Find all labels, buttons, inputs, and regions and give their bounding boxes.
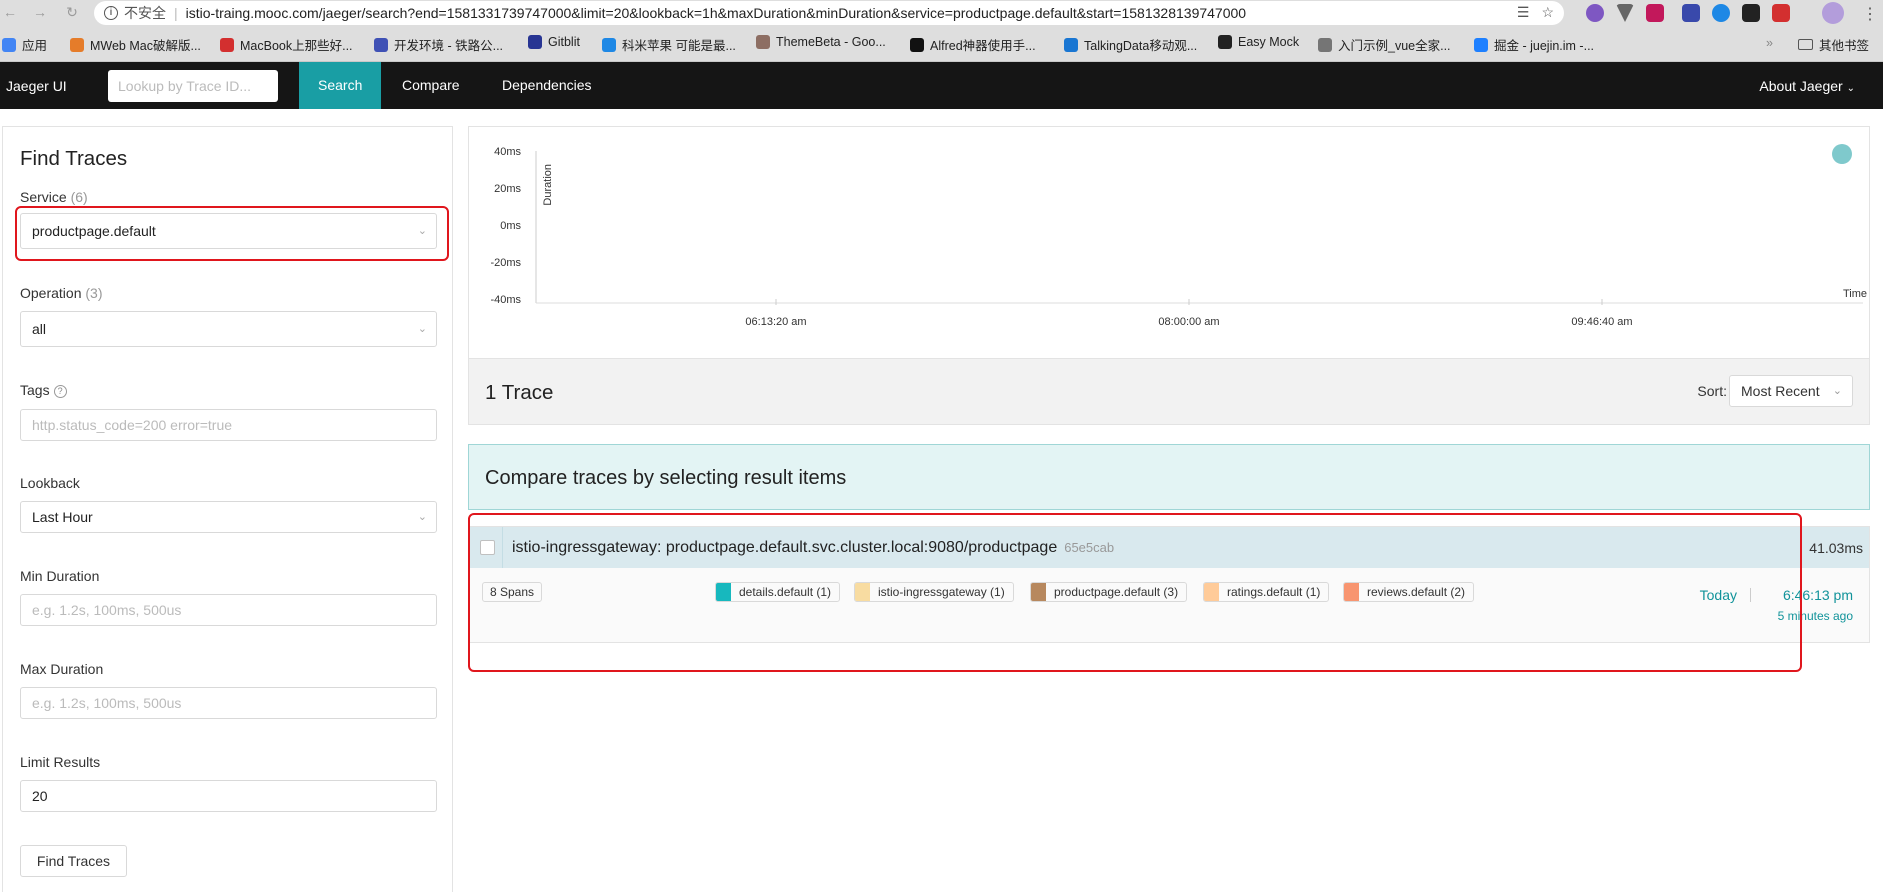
bookmark-item[interactable]: 掘金 - juejin.im -... bbox=[1474, 35, 1594, 54]
extension-icon[interactable] bbox=[1772, 4, 1790, 22]
bookmark-favicon bbox=[756, 35, 770, 49]
lookback-label: Lookback bbox=[20, 475, 80, 491]
bookmark-item[interactable]: MWeb Mac破解版... bbox=[70, 35, 201, 54]
limit-results-label: Limit Results bbox=[20, 754, 101, 770]
tags-input[interactable]: http.status_code=200 error=true bbox=[20, 409, 437, 441]
y-tick-label: 20ms bbox=[494, 183, 521, 195]
bookmark-favicon bbox=[1318, 37, 1332, 52]
compare-hint-banner: Compare traces by selecting result items bbox=[468, 444, 1870, 510]
nav-compare[interactable]: Compare bbox=[383, 62, 479, 109]
bookmark-item[interactable]: TalkingData移动观... bbox=[1064, 35, 1197, 54]
sort-select[interactable]: Most Recent ⌄ bbox=[1729, 375, 1853, 407]
avatar[interactable] bbox=[1822, 2, 1844, 24]
trace-duration: 41.03ms bbox=[1809, 540, 1863, 556]
bookmark-item[interactable]: Easy Mock bbox=[1218, 35, 1299, 49]
x-tick-label: 08:00:00 am bbox=[1158, 316, 1219, 328]
extension-icon[interactable] bbox=[1586, 4, 1604, 22]
y-tick-label: -40ms bbox=[490, 294, 521, 306]
y-tick-label: 40ms bbox=[494, 146, 521, 158]
browser-toolbar: ← → ↻ i 不安全 | istio-traing.mooc.com/jaeg… bbox=[0, 0, 1883, 26]
trace-point[interactable] bbox=[1832, 144, 1852, 164]
trace-count: 1 Trace bbox=[485, 381, 554, 404]
folder-icon bbox=[1798, 39, 1813, 50]
compare-hint-text: Compare traces by selecting result items bbox=[485, 467, 847, 489]
find-traces-button[interactable]: Find Traces bbox=[20, 845, 127, 877]
x-axis-label: Time bbox=[1843, 288, 1867, 300]
bookmark-item[interactable]: Gitblit bbox=[528, 35, 580, 49]
bookmark-favicon bbox=[1218, 35, 1232, 49]
bookmark-favicon bbox=[910, 37, 924, 52]
bookmark-favicon bbox=[602, 37, 616, 52]
security-label: 不安全 bbox=[124, 5, 166, 21]
bookmark-item[interactable]: Alfred神器使用手... bbox=[910, 35, 1036, 54]
extension-icon[interactable] bbox=[1646, 4, 1664, 22]
forward-icon[interactable]: → bbox=[30, 4, 50, 20]
chevron-down-icon: ⌄ bbox=[1832, 385, 1842, 397]
bookmark-item[interactable]: MacBook上那些好... bbox=[220, 35, 353, 54]
bookmark-item[interactable]: 科米苹果 可能是最... bbox=[602, 35, 736, 54]
x-tick-label: 06:13:20 am bbox=[745, 316, 806, 328]
tags-label: Tags? bbox=[20, 382, 67, 398]
bookmark-favicon bbox=[220, 37, 234, 52]
bookmark-favicon bbox=[1064, 37, 1078, 52]
nav-search[interactable]: Search bbox=[299, 62, 382, 109]
highlight-box bbox=[468, 513, 1802, 672]
y-ticks: 40ms 20ms 0ms -20ms -40ms bbox=[490, 146, 521, 306]
trace-id-lookup-input[interactable] bbox=[108, 70, 278, 102]
max-duration-label: Max Duration bbox=[20, 661, 104, 677]
results-header: 1 Trace Sort: Most Recent ⌄ bbox=[468, 358, 1870, 425]
y-tick-label: 0ms bbox=[500, 220, 521, 232]
max-duration-input[interactable]: e.g. 1.2s, 100ms, 500us bbox=[20, 687, 437, 719]
operation-label: Operation (3) bbox=[20, 285, 103, 301]
chevron-down-icon: ⌄ bbox=[417, 511, 427, 523]
bookmark-item[interactable]: 应用 bbox=[2, 35, 47, 54]
x-tick-label: 09:46:40 am bbox=[1571, 316, 1632, 328]
nav-dependencies[interactable]: Dependencies bbox=[483, 62, 611, 109]
help-icon[interactable]: ? bbox=[53, 384, 67, 398]
extension-icon[interactable] bbox=[1742, 4, 1760, 22]
menu-icon[interactable]: ⋮ bbox=[1862, 4, 1878, 24]
about-jaeger-menu[interactable]: About Jaeger ⌄ bbox=[1759, 78, 1855, 94]
info-icon[interactable]: i bbox=[104, 6, 118, 20]
operation-select[interactable]: all ⌄ bbox=[20, 311, 437, 347]
more-bookmarks-icon[interactable]: » bbox=[1766, 36, 1773, 50]
sort-label: Sort: bbox=[1697, 383, 1727, 399]
trace-scatter-plot: 40ms 20ms 0ms -20ms -40ms 06:13:20 am 08:00:0… bbox=[468, 126, 1870, 359]
min-duration-label: Min Duration bbox=[20, 568, 100, 584]
top-navigation: Jaeger UI Search Compare Dependencies Ab… bbox=[0, 62, 1883, 109]
service-select[interactable]: productpage.default ⌄ bbox=[20, 213, 437, 249]
bookmark-item[interactable]: 开发环境 - 铁路公... bbox=[374, 35, 503, 54]
apps-icon bbox=[2, 37, 16, 52]
search-form-panel: Find Traces Service (6) productpage.defa… bbox=[2, 126, 453, 892]
bookmarks-bar: 应用 MWeb Mac破解版... MacBook上那些好... 开发环境 - … bbox=[0, 26, 1883, 62]
service-label: Service (6) bbox=[20, 189, 88, 205]
bookmark-favicon bbox=[528, 35, 542, 49]
bookmark-item[interactable]: ThemeBeta - Goo... bbox=[756, 35, 886, 49]
y-axis-label: Duration bbox=[542, 164, 554, 206]
extension-icon[interactable] bbox=[1712, 4, 1730, 22]
back-icon[interactable]: ← bbox=[0, 4, 20, 20]
min-duration-input[interactable]: e.g. 1.2s, 100ms, 500us bbox=[20, 594, 437, 626]
chevron-down-icon: ⌄ bbox=[417, 225, 427, 237]
bookmark-favicon bbox=[70, 37, 84, 52]
translate-icon[interactable]: ☰ bbox=[1517, 4, 1530, 21]
bookmark-favicon bbox=[374, 37, 388, 52]
address-bar[interactable]: i 不安全 | istio-traing.mooc.com/jaeger/sea… bbox=[94, 1, 1564, 25]
bookmark-folder[interactable]: 其他书签 bbox=[1798, 35, 1869, 54]
limit-results-input[interactable]: 20 bbox=[20, 780, 437, 812]
bookmark-star-icon[interactable]: ☆ bbox=[1541, 4, 1554, 21]
lookback-select[interactable]: Last Hour ⌄ bbox=[20, 501, 437, 533]
bookmark-favicon bbox=[1474, 37, 1488, 52]
brand-link[interactable]: Jaeger UI bbox=[6, 78, 67, 94]
chevron-down-icon: ⌄ bbox=[1846, 83, 1855, 94]
chevron-down-icon: ⌄ bbox=[417, 323, 427, 335]
y-tick-label: -20ms bbox=[490, 257, 521, 269]
form-title: Find Traces bbox=[20, 147, 128, 170]
extension-icon[interactable] bbox=[1682, 4, 1700, 22]
bookmark-item[interactable]: 入门示例_vue全家... bbox=[1318, 35, 1451, 54]
url-text: istio-traing.mooc.com/jaeger/search?end=… bbox=[185, 5, 1247, 21]
extension-icon[interactable] bbox=[1616, 4, 1634, 22]
reload-icon[interactable]: ↻ bbox=[62, 4, 82, 21]
scatter-svg: 40ms 20ms 0ms -20ms -40ms 06:13:20 am 08:00:0… bbox=[490, 144, 1867, 328]
